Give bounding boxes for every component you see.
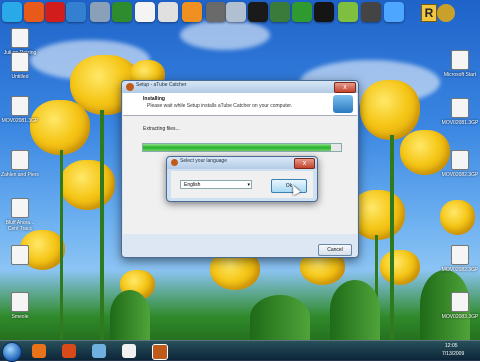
tulip [60,160,115,210]
desktop-icon[interactable] [0,245,40,267]
utorrent-icon[interactable] [248,2,268,22]
language-titlebar[interactable]: Select your language x [167,157,317,169]
stem [60,150,63,340]
selected-language: English [184,182,201,188]
close-button[interactable]: x [294,158,315,169]
file-icon [11,28,29,48]
chevron-down-icon: ▾ [247,182,250,188]
ie-icon[interactable] [182,2,202,22]
leaf [110,290,150,340]
stem [390,135,394,340]
setup-header: Installing Please wait while Setup insta… [123,93,357,116]
taskbar: 12:05 7/13/2009 [0,340,480,362]
media-icon[interactable] [226,2,246,22]
desktop-icon[interactable]: MOV02082.3GP [440,245,480,273]
video-file-icon [451,292,469,312]
video-file-icon [451,98,469,118]
desktop-icon[interactable]: MOV02082.3GP [440,150,480,178]
app-icon[interactable] [206,2,226,22]
video-file-icon [451,245,469,265]
desktop-icon[interactable]: Zahlen and Piers [0,150,40,178]
language-dialog-title: Select your language [180,158,227,164]
acrobat-icon[interactable] [135,2,155,22]
utorrent-icon[interactable] [270,2,290,22]
progress-bar [142,143,342,152]
file-icon [451,50,469,70]
installer-icon[interactable] [152,344,168,360]
language-select[interactable]: English ▾ [180,180,252,189]
top-dock [0,0,420,24]
utorrent-icon[interactable] [292,2,312,22]
firefox-icon[interactable] [24,2,44,22]
file-icon [11,52,29,72]
video-file-icon [11,150,29,170]
close-button[interactable]: x [334,82,356,93]
music-icon[interactable] [384,2,404,22]
header-subtitle: Please wait while Setup installs aTube C… [147,103,293,109]
folder-icon[interactable] [338,2,358,22]
stem [100,110,104,340]
setup-window-title: Setup - aTube Catcher [136,82,187,88]
firefox-icon[interactable] [32,344,46,358]
tulip [440,200,475,235]
tulip [360,80,420,140]
header-title: Installing [143,96,165,102]
shirt-icon[interactable] [314,2,334,22]
desktop-icon[interactable]: MOV02081.3GP [440,98,480,126]
leaf [250,295,310,340]
pdf-icon[interactable] [45,2,65,22]
video-file-icon [11,96,29,116]
explorer-icon[interactable] [92,344,106,358]
leaf [330,280,380,340]
desktop-icon[interactable]: Untitled [0,52,40,80]
network-icon [11,198,29,218]
app-icon[interactable] [62,344,76,358]
webcam-icon[interactable] [158,2,178,22]
document-icon[interactable] [122,344,136,358]
clock-date[interactable]: 7/13/2009 [442,351,464,357]
start-button[interactable] [2,342,22,362]
game-icon[interactable] [361,2,381,22]
arrow-icon[interactable] [437,4,455,22]
setup-titlebar[interactable]: Setup - aTube Catcher x [122,81,358,93]
language-dialog: Select your language x English ▾ Ok [166,156,318,202]
r-app-icon[interactable]: R [421,4,437,22]
desktop-icon[interactable]: Smeole [0,292,40,320]
desktop-icon[interactable]: Bluff Ahora... Cent Tracc [0,198,40,232]
recycle-bin-icon [11,292,29,312]
tool-icon[interactable] [90,2,110,22]
cancel-button[interactable]: Cancel [318,244,352,256]
clock-time[interactable]: 12:05 [445,343,458,349]
excel-icon[interactable] [112,2,132,22]
skype-icon[interactable] [2,2,22,22]
desktop-icon[interactable]: Microsoft Start [440,50,480,78]
app-icon [126,83,134,91]
folder-icon [11,245,29,265]
video-file-icon [451,150,469,170]
setup-logo-icon [333,95,353,113]
tulip [380,250,420,285]
progress-fill [143,144,332,151]
desktop-icon[interactable]: MOV02081.3GP [0,96,40,124]
globe-icon[interactable] [66,2,86,22]
cloud [180,20,270,50]
app-icon [171,159,178,166]
desktop-icon[interactable]: MOV02083.3GP [440,292,480,320]
status-text: Extracting files... [143,126,180,132]
